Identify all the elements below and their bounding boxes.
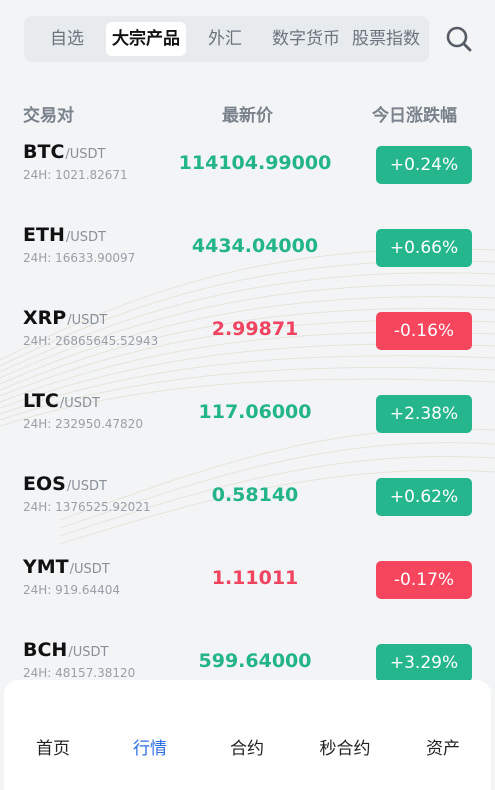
nav-contract[interactable]: 合约 xyxy=(212,734,282,759)
change-badge[interactable]: +0.62% xyxy=(376,478,472,516)
nav-second-contract[interactable]: 秒合约 xyxy=(310,734,380,759)
nav-assets[interactable]: 资产 xyxy=(408,734,478,759)
volume-24h: 24H: 48157.38120 xyxy=(23,666,136,680)
pair-symbol: YMT/USDT xyxy=(23,556,110,578)
last-price: 117.06000 xyxy=(198,401,312,423)
volume-24h: 24H: 1376525.92021 xyxy=(23,500,151,514)
pair-quote: /USDT xyxy=(65,147,106,162)
column-header-pair: 交易对 xyxy=(23,106,74,126)
column-header-last-price: 最新价 xyxy=(222,106,273,126)
search-icon[interactable] xyxy=(444,24,474,54)
tab-crypto[interactable]: 数字货币 xyxy=(266,22,346,56)
table-row[interactable]: YMT/USDT 24H: 919.64404 1.11011 -0.17% xyxy=(0,556,495,616)
nav-market[interactable]: 行情 xyxy=(115,734,185,759)
last-price: 114104.99000 xyxy=(178,152,332,174)
pair-base: XRP xyxy=(23,307,67,329)
tab-favorites[interactable]: 自选 xyxy=(36,22,98,56)
change-badge[interactable]: +2.38% xyxy=(376,395,472,433)
tab-stock-index[interactable]: 股票指数 xyxy=(346,22,426,56)
pair-base: EOS xyxy=(23,473,66,495)
nav-home[interactable]: 首页 xyxy=(18,734,88,759)
table-row[interactable]: ETH/USDT 24H: 16633.90097 4434.04000 +0.… xyxy=(0,224,495,284)
last-price: 4434.04000 xyxy=(191,235,319,257)
tab-forex[interactable]: 外汇 xyxy=(194,22,256,56)
change-badge[interactable]: +0.24% xyxy=(376,146,472,184)
pair-symbol: XRP/USDT xyxy=(23,307,107,329)
table-row[interactable]: LTC/USDT 24H: 232950.47820 117.06000 +2.… xyxy=(0,390,495,450)
last-price: 1.11011 xyxy=(211,567,299,589)
table-row[interactable]: EOS/USDT 24H: 1376525.92021 0.58140 +0.6… xyxy=(0,473,495,533)
tab-commodities[interactable]: 大宗产品 xyxy=(106,22,186,56)
volume-24h: 24H: 16633.90097 xyxy=(23,251,136,265)
volume-24h: 24H: 919.64404 xyxy=(23,583,121,597)
pair-symbol: ETH/USDT xyxy=(23,224,106,246)
change-badge[interactable]: +0.66% xyxy=(376,229,472,267)
table-row[interactable]: BTC/USDT 24H: 1021.82671 114104.99000 +0… xyxy=(0,141,495,201)
volume-24h: 24H: 1021.82671 xyxy=(23,168,128,182)
pair-symbol: LTC/USDT xyxy=(23,390,100,412)
pair-quote: /USDT xyxy=(59,396,100,411)
volume-24h: 24H: 26865645.52943 xyxy=(23,334,159,348)
pair-symbol: BTC/USDT xyxy=(23,141,106,163)
category-tab-bar: 自选 大宗产品 外汇 数字货币 股票指数 xyxy=(24,16,429,62)
bottom-navigation-bar: 首页 行情 合约 秒合约 资产 xyxy=(4,680,491,790)
pair-quote: /USDT xyxy=(67,313,108,328)
pair-base: BTC xyxy=(23,141,65,163)
pair-symbol: BCH/USDT xyxy=(23,639,108,661)
last-price: 2.99871 xyxy=(211,318,299,340)
pair-base: YMT xyxy=(23,556,69,578)
pair-quote: /USDT xyxy=(66,479,107,494)
pair-symbol: EOS/USDT xyxy=(23,473,107,495)
last-price: 599.64000 xyxy=(198,650,312,672)
change-badge[interactable]: +3.29% xyxy=(376,644,472,682)
pair-base: BCH xyxy=(23,639,68,661)
pair-quote: /USDT xyxy=(65,230,106,245)
column-header-daily-change: 今日涨跌幅 xyxy=(372,106,457,126)
pair-base: LTC xyxy=(23,390,59,412)
pair-quote: /USDT xyxy=(69,562,110,577)
pair-base: ETH xyxy=(23,224,65,246)
pair-quote: /USDT xyxy=(68,645,109,660)
last-price: 0.58140 xyxy=(211,484,299,506)
table-row[interactable]: XRP/USDT 24H: 26865645.52943 2.99871 -0.… xyxy=(0,307,495,367)
change-badge[interactable]: -0.17% xyxy=(376,561,472,599)
volume-24h: 24H: 232950.47820 xyxy=(23,417,143,431)
change-badge[interactable]: -0.16% xyxy=(376,312,472,350)
